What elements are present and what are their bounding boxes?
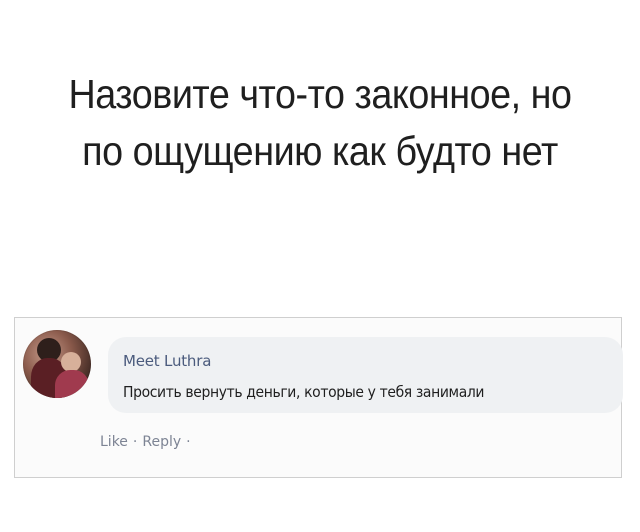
headline-line-2: по ощущению как будто нет xyxy=(82,128,558,174)
comment-author[interactable]: Meet Luthra xyxy=(123,352,211,370)
headline-line-1: Назовите что-то законное, но xyxy=(68,71,572,117)
comment-card: Meet Luthra Просить вернуть деньги, кото… xyxy=(14,317,623,478)
comment-actions: Like · Reply · xyxy=(100,434,196,450)
action-separator: · xyxy=(186,434,191,450)
reply-button[interactable]: Reply xyxy=(142,434,181,450)
like-button[interactable]: Like xyxy=(100,434,128,450)
comment-bubble: Meet Luthra Просить вернуть деньги, кото… xyxy=(108,337,623,413)
avatar-person-icon xyxy=(61,352,81,372)
headline: Назовите что-то законное, но по ощущению… xyxy=(26,66,615,180)
comment-text: Просить вернуть деньги, которые у тебя з… xyxy=(123,383,485,401)
action-separator: · xyxy=(132,434,138,450)
avatar[interactable] xyxy=(23,330,91,398)
avatar-person-icon xyxy=(55,370,89,398)
